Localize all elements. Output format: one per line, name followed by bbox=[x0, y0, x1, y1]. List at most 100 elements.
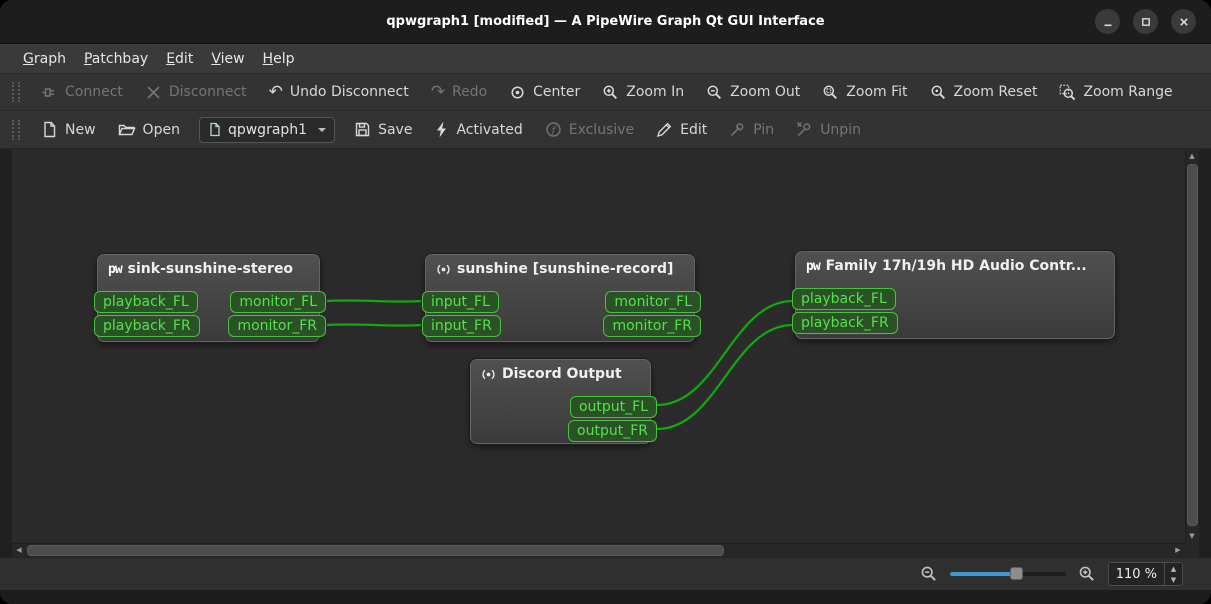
connection-monitor-fl-to-input-fl[interactable] bbox=[326, 299, 422, 303]
zoom-out-icon[interactable] bbox=[920, 565, 938, 583]
zoom-fit-button[interactable]: Zoom Fit bbox=[811, 78, 918, 107]
toolbar-grip[interactable] bbox=[12, 82, 20, 102]
node-header: pw sink-sunshine-stereo bbox=[98, 255, 319, 281]
redo-label: Redo bbox=[451, 84, 488, 100]
open-folder-icon bbox=[117, 121, 136, 138]
port-monitor-fr[interactable]: monitor_FR bbox=[603, 315, 701, 337]
menu-help[interactable]: Help bbox=[254, 47, 304, 71]
close-button[interactable] bbox=[1171, 9, 1196, 34]
menu-view[interactable]: View bbox=[202, 47, 253, 71]
activated-lightning-icon bbox=[434, 121, 449, 138]
port-playback-fr[interactable]: playback_FR bbox=[94, 315, 200, 337]
port-output-fr[interactable]: output_FR bbox=[568, 420, 657, 442]
svg-text:f: f bbox=[550, 125, 556, 136]
titlebar[interactable]: qpwgraph1 [modified] — A PipeWire Graph … bbox=[0, 0, 1211, 44]
zoom-in-icon[interactable] bbox=[1078, 565, 1096, 583]
scroll-up-arrow[interactable]: ▲ bbox=[1185, 149, 1199, 163]
redo-button[interactable]: ↷ Redo bbox=[420, 78, 498, 106]
scrollbar-corner bbox=[1185, 543, 1199, 557]
exclusive-label: Exclusive bbox=[568, 121, 635, 138]
node-sink-sunshine-stereo[interactable]: pw sink-sunshine-stereo playback_FL play… bbox=[94, 254, 326, 342]
zoom-out-button[interactable]: Zoom Out bbox=[695, 78, 811, 107]
exclusive-button[interactable]: f Exclusive bbox=[534, 115, 645, 144]
menu-edit[interactable]: Edit bbox=[157, 47, 202, 71]
menu-patchbay[interactable]: Patchbay bbox=[75, 47, 157, 71]
patchbay-profile-select[interactable]: qpwgraph1 bbox=[198, 116, 336, 143]
horizontal-scroll-handle[interactable] bbox=[27, 545, 724, 556]
zoom-value: 110 % bbox=[1115, 566, 1157, 582]
node-family-hd-audio[interactable]: pw Family 17h/19h HD Audio Contr... play… bbox=[792, 251, 1115, 339]
node-title: sink-sunshine-stereo bbox=[127, 261, 294, 277]
new-label: New bbox=[65, 121, 96, 138]
zoom-in-button[interactable]: Zoom In bbox=[591, 78, 695, 107]
vertical-scroll-handle[interactable] bbox=[1187, 164, 1198, 526]
port-input-fl[interactable]: input_FL bbox=[422, 291, 499, 313]
pin-button[interactable]: Pin bbox=[718, 115, 785, 144]
vertical-scrollbar[interactable]: ▲ ▼ bbox=[1185, 149, 1199, 543]
window-controls bbox=[1095, 9, 1211, 34]
node-discord-output[interactable]: Discord Output output_FL output_FR bbox=[470, 359, 657, 444]
menubar: Graph Patchbay Edit View Help bbox=[0, 44, 1211, 74]
port-monitor-fl[interactable]: monitor_FL bbox=[230, 291, 326, 313]
spin-buttons: ▲ ▼ bbox=[1164, 563, 1182, 585]
scroll-right-arrow[interactable]: ▶ bbox=[1171, 543, 1185, 557]
scroll-down-arrow[interactable]: ▼ bbox=[1185, 529, 1199, 543]
edit-pencil-icon bbox=[656, 121, 673, 138]
zoom-slider-handle[interactable] bbox=[1010, 567, 1023, 580]
spin-up-button[interactable]: ▲ bbox=[1165, 563, 1182, 574]
disconnect-button[interactable]: Disconnect bbox=[134, 78, 258, 107]
node-sunshine-record[interactable]: sunshine [sunshine-record] input_FL inpu… bbox=[422, 254, 701, 342]
scroll-left-arrow[interactable]: ◀ bbox=[12, 543, 26, 557]
undo-disconnect-label: Undo Disconnect bbox=[289, 84, 409, 100]
undo-disconnect-button[interactable]: ↶ Undo Disconnect bbox=[258, 78, 420, 106]
activated-label: Activated bbox=[456, 121, 523, 138]
horizontal-scrollbar[interactable]: ◀ ▶ bbox=[12, 543, 1185, 557]
zoom-range-icon bbox=[1059, 84, 1076, 101]
zoom-spinbox[interactable]: 110 % ▲ ▼ bbox=[1107, 562, 1183, 586]
port-playback-fr[interactable]: playback_FR bbox=[792, 312, 898, 334]
new-button[interactable]: New bbox=[30, 115, 107, 144]
zoom-slider[interactable] bbox=[949, 564, 1066, 584]
port-input-fr[interactable]: input_FR bbox=[422, 315, 501, 337]
edit-button[interactable]: Edit bbox=[645, 115, 718, 144]
save-button[interactable]: Save bbox=[343, 115, 423, 144]
port-playback-fl[interactable]: playback_FL bbox=[94, 291, 198, 313]
zoom-fit-icon bbox=[822, 84, 839, 101]
maximize-icon bbox=[1141, 17, 1150, 26]
port-playback-fl[interactable]: playback_FL bbox=[792, 288, 896, 310]
toolbar-grip[interactable] bbox=[12, 119, 20, 140]
window-title: qpwgraph1 [modified] — A PipeWire Graph … bbox=[386, 14, 825, 29]
connect-button[interactable]: Connect bbox=[30, 78, 134, 107]
connection-monitor-fr-to-input-fr[interactable] bbox=[326, 323, 422, 327]
activated-button[interactable]: Activated bbox=[423, 115, 533, 144]
port-monitor-fl[interactable]: monitor_FL bbox=[605, 291, 701, 313]
open-button[interactable]: Open bbox=[107, 115, 191, 144]
center-button[interactable]: Center bbox=[498, 78, 591, 107]
profile-name: qpwgraph1 bbox=[227, 121, 308, 138]
undo-icon: ↶ bbox=[268, 82, 283, 102]
spin-down-button[interactable]: ▼ bbox=[1165, 574, 1182, 585]
node-title: Family 17h/19h HD Audio Contr... bbox=[825, 258, 1087, 274]
graph-canvas[interactable]: pw sink-sunshine-stereo playback_FL play… bbox=[12, 149, 1185, 543]
connect-label: Connect bbox=[65, 84, 123, 100]
zoom-in-label: Zoom In bbox=[626, 84, 685, 100]
graph-canvas-area: pw sink-sunshine-stereo playback_FL play… bbox=[12, 149, 1199, 557]
port-output-fl[interactable]: output_FL bbox=[569, 396, 657, 418]
pin-label: Pin bbox=[753, 121, 775, 138]
app-window: qpwgraph1 [modified] — A PipeWire Graph … bbox=[0, 0, 1211, 604]
minimize-button[interactable] bbox=[1095, 9, 1120, 34]
edit-label: Edit bbox=[680, 121, 708, 138]
pin-icon bbox=[729, 121, 746, 138]
disconnect-label: Disconnect bbox=[168, 84, 247, 100]
zoom-reset-button[interactable]: Zoom Reset bbox=[919, 78, 1049, 107]
minimize-icon bbox=[1104, 24, 1111, 26]
unpin-icon bbox=[796, 121, 813, 138]
zoom-range-button[interactable]: Zoom Range bbox=[1048, 78, 1183, 107]
node-header: sunshine [sunshine-record] bbox=[426, 255, 694, 281]
pipewire-icon: pw bbox=[806, 258, 821, 274]
menu-graph[interactable]: Graph bbox=[14, 47, 75, 71]
unpin-button[interactable]: Unpin bbox=[785, 115, 872, 144]
port-monitor-fr[interactable]: monitor_FR bbox=[228, 315, 326, 337]
stream-icon bbox=[436, 262, 451, 277]
maximize-button[interactable] bbox=[1133, 9, 1158, 34]
